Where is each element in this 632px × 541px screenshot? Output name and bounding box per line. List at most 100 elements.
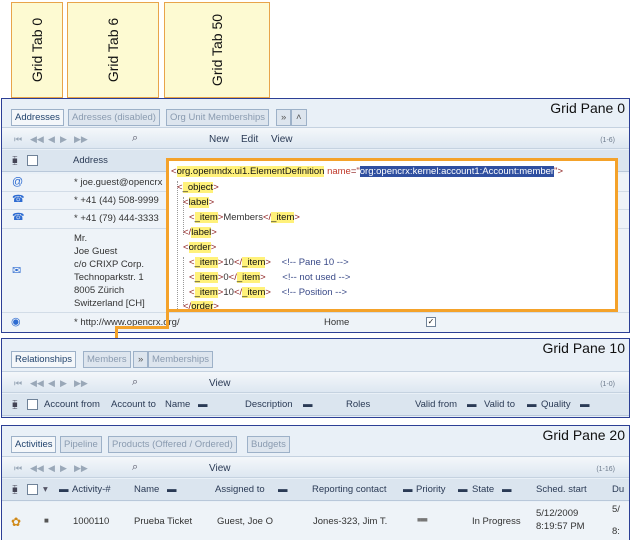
last-page-icon[interactable]: ▶▶ xyxy=(74,463,88,474)
xml-line-order-item: <_item>0</_item> <!-- not used --> xyxy=(189,272,351,283)
main-checkbox[interactable]: ✓ xyxy=(426,317,436,327)
select-all-checkbox[interactable] xyxy=(27,155,38,166)
column-header-due[interactable]: Du xyxy=(612,484,624,495)
column-header-state[interactable]: State xyxy=(472,484,494,495)
sort-icon[interactable]: ▬ xyxy=(467,399,477,410)
view-button[interactable]: View xyxy=(271,134,293,145)
column-settings-icon[interactable]: ⧯ xyxy=(12,399,18,410)
column-header-priority[interactable]: Priority xyxy=(416,484,446,495)
pane-20-toolbar: ⏮ ◀◀ ◀ ▶ ▶▶ ⌕ View (1-16) xyxy=(2,456,629,478)
tab-more-button[interactable]: » xyxy=(276,109,292,126)
tab-more-button[interactable]: » xyxy=(133,351,149,368)
tab-org-unit-memberships[interactable]: Org Unit Memberships xyxy=(166,109,270,126)
tab-budgets[interactable]: Budgets xyxy=(247,436,290,453)
search-icon[interactable]: ⌕ xyxy=(132,132,138,145)
fast-back-icon[interactable]: ◀◀ xyxy=(30,378,44,389)
tab-activities[interactable]: Activities xyxy=(11,436,57,453)
xml-line-order-item: <_item>10</_item> <!-- Pane 10 --> xyxy=(189,257,349,268)
sort-icon[interactable]: ▬ xyxy=(403,484,413,495)
tab-addresses[interactable]: Addresses xyxy=(11,109,64,126)
prev-page-icon[interactable]: ◀ xyxy=(48,463,55,474)
tab-pipeline[interactable]: Pipeline xyxy=(60,436,102,453)
view-button[interactable]: View xyxy=(209,378,231,389)
fax-icon: ☎ xyxy=(12,212,25,223)
column-header-valid-to[interactable]: Valid to xyxy=(484,399,515,410)
reporting-contact-cell: Jones-323, Jim T. xyxy=(313,516,388,527)
fast-back-icon[interactable]: ◀◀ xyxy=(30,463,44,474)
fast-back-icon[interactable]: ◀◀ xyxy=(30,134,44,145)
postal-line: Technoparkstr. 1 xyxy=(74,272,144,283)
table-row[interactable]: ✿ ■ 1000110 Prueba Ticket Guest, Joe O J… xyxy=(2,502,629,540)
search-icon[interactable]: ⌕ xyxy=(132,461,138,474)
column-header-sched-start[interactable]: Sched. start xyxy=(536,484,587,495)
page-range-label: (1-16) xyxy=(596,466,615,473)
grid-tab-0-box: Grid Tab 0 xyxy=(11,2,63,98)
connector-line-horizontal xyxy=(118,326,169,329)
last-page-icon[interactable]: ▶▶ xyxy=(74,378,88,389)
xml-element-tag: org.openmdx.ui1.ElementDefinition xyxy=(176,166,325,177)
select-all-checkbox[interactable] xyxy=(27,399,38,410)
column-header-valid-from[interactable]: Valid from xyxy=(415,399,457,410)
next-page-icon[interactable]: ▶ xyxy=(60,134,67,145)
xml-name-attr: name xyxy=(327,166,351,177)
postal-line: c/o CRIXP Corp. xyxy=(74,259,145,270)
column-header-roles[interactable]: Roles xyxy=(346,399,370,410)
first-page-icon[interactable]: ⏮ xyxy=(14,463,22,474)
column-header-name[interactable]: Name xyxy=(165,399,190,410)
prev-page-icon[interactable]: ◀ xyxy=(48,134,55,145)
grid-pane-0-title: Grid Pane 0 xyxy=(550,100,625,116)
column-settings-icon[interactable]: ⧯ xyxy=(12,484,18,495)
tab-relationships[interactable]: Relationships xyxy=(11,351,77,368)
indent-guide xyxy=(183,257,184,305)
sort-icon[interactable]: ▬ xyxy=(59,484,69,495)
xml-item-tag: _item xyxy=(194,257,218,268)
view-button[interactable]: View xyxy=(209,463,231,474)
filter-icon[interactable]: ▾ xyxy=(43,484,48,495)
sort-icon[interactable]: ▬ xyxy=(502,484,512,495)
column-header-activity-number[interactable]: Activity-# xyxy=(72,484,111,495)
xml-line-order-close: </order> xyxy=(183,301,219,312)
sort-icon[interactable]: ▬ xyxy=(580,399,590,410)
xml-order-tag: order xyxy=(191,301,214,312)
column-header-account-from[interactable]: Account from xyxy=(44,399,100,410)
edit-button[interactable]: Edit xyxy=(241,134,258,145)
column-settings-icon[interactable]: ⧯ xyxy=(12,155,18,166)
tab-addresses-disabled[interactable]: Adresses (disabled) xyxy=(68,109,160,126)
column-header-quality[interactable]: Quality xyxy=(541,399,571,410)
tab-products[interactable]: Products (Offered / Ordered) xyxy=(108,436,237,453)
xml-item-tag: _item xyxy=(194,212,218,223)
sort-icon[interactable]: ▬ xyxy=(458,484,468,495)
xml-line-order-item: <_item>10</_item> <!-- Position --> xyxy=(189,287,348,298)
phone-icon: ☎ xyxy=(12,194,25,205)
column-header-description[interactable]: Description xyxy=(245,399,293,410)
sort-icon[interactable]: ▬ xyxy=(278,484,288,495)
usage-cell: Home xyxy=(324,317,350,328)
status-square-icon: ■ xyxy=(44,516,49,525)
page-range-label: (1-0) xyxy=(600,381,615,388)
search-icon[interactable]: ⌕ xyxy=(132,376,138,389)
select-all-checkbox[interactable] xyxy=(27,484,38,495)
tab-memberships[interactable]: Memberships xyxy=(148,351,214,368)
sort-icon[interactable]: ▬ xyxy=(303,399,313,410)
sort-icon[interactable]: ▬ xyxy=(198,399,208,410)
last-page-icon[interactable]: ▶▶ xyxy=(74,134,88,145)
table-row[interactable]: ◉ * http://www.opencrx.org/ Home ✓ xyxy=(2,313,629,332)
column-header-address[interactable]: Address xyxy=(73,155,108,166)
sort-icon[interactable]: ▬ xyxy=(167,484,177,495)
pane-10-toolbar: ⏮ ◀◀ ◀ ▶ ▶▶ ⌕ View (1-0) xyxy=(2,371,629,393)
next-page-icon[interactable]: ▶ xyxy=(60,378,67,389)
first-page-icon[interactable]: ⏮ xyxy=(14,378,22,389)
prev-page-icon[interactable]: ◀ xyxy=(48,378,55,389)
tab-members[interactable]: Members xyxy=(83,351,131,368)
next-page-icon[interactable]: ▶ xyxy=(60,463,67,474)
xml-item-tag: _item xyxy=(194,287,218,298)
column-header-name[interactable]: Name xyxy=(134,484,159,495)
first-page-icon[interactable]: ⏮ xyxy=(14,134,22,145)
column-header-account-to[interactable]: Account to xyxy=(111,399,156,410)
tab-collapse-button[interactable]: ˄ xyxy=(291,109,307,126)
column-header-assigned-to[interactable]: Assigned to xyxy=(215,484,265,495)
state-cell: In Progress xyxy=(472,516,521,527)
sort-icon[interactable]: ▬ xyxy=(527,399,537,410)
new-button[interactable]: New xyxy=(209,134,229,145)
column-header-reporting-contact[interactable]: Reporting contact xyxy=(312,484,386,495)
